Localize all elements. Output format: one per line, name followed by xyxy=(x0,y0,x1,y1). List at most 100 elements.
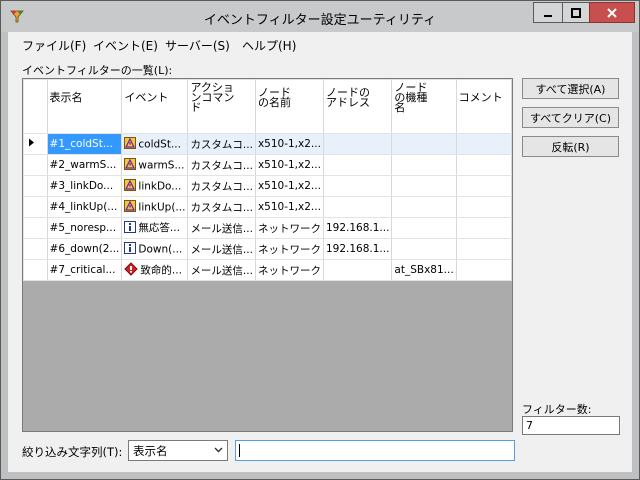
cell-node-model xyxy=(391,133,457,155)
cell-event: 致命的... xyxy=(121,259,189,281)
cell-action: メール送信... xyxy=(187,238,256,260)
cell-event: Down(... xyxy=(121,238,189,260)
filter-column-value: 表示名 xyxy=(133,444,168,458)
text-caret xyxy=(239,444,240,457)
menu-help[interactable]: ヘルプ(H) xyxy=(242,37,296,54)
table-row[interactable]: #5_noresp... 無応答... メール送信... ネットワーク 192.168.… xyxy=(23,217,512,239)
cell-display-name: #7_critical... xyxy=(46,259,123,281)
cell-comment xyxy=(455,154,512,176)
cell-event-text: linkUp(... xyxy=(138,201,186,213)
cell-event-text: 致命的... xyxy=(140,264,182,276)
row-header[interactable] xyxy=(23,238,48,260)
current-row-icon xyxy=(29,138,34,147)
table-row[interactable]: #7_critical... 致命的... メール送信... ネットワーク at_SBx… xyxy=(23,259,512,281)
warning-icon xyxy=(124,157,137,173)
cell-event: warmS... xyxy=(121,154,189,176)
clear-all-button[interactable]: すべてクリア(C) xyxy=(522,107,619,128)
filter-grid[interactable]: 表示名 イベント アクショ ンコマンド ノード の名前 ノードの アドレス ノード の機… xyxy=(22,78,513,432)
cell-event: linkDo... xyxy=(121,175,189,197)
cell-action: メール送信... xyxy=(187,259,256,281)
cell-node-address: 192.168.1... xyxy=(322,238,393,260)
table-row[interactable]: #4_linkUp(... linkUp(... カスタムコ... x510-1,x2… xyxy=(23,196,512,218)
row-header[interactable] xyxy=(23,175,48,197)
cell-node-address xyxy=(322,259,393,281)
cell-comment xyxy=(455,175,512,197)
table-row[interactable]: #2_warmS... warmS... カスタムコ... x510-1,x2... xyxy=(23,154,512,176)
cell-node-model xyxy=(391,175,457,197)
cell-node-address xyxy=(322,175,393,197)
cell-node-address xyxy=(322,133,393,155)
warning-icon xyxy=(124,199,137,215)
cell-action: カスタムコ... xyxy=(187,196,256,218)
table-row[interactable]: #1_coldSt... coldSt... カスタムコ... x510-1,x2..… xyxy=(23,133,512,155)
cell-node-name: x510-1,x2... xyxy=(254,154,324,176)
column-header[interactable]: コメント xyxy=(455,79,512,134)
row-header[interactable] xyxy=(23,154,48,176)
filter-text-input[interactable] xyxy=(235,440,515,461)
filter-text-label: 絞り込み文字列(T): xyxy=(22,445,123,459)
cell-node-name: ネットワーク xyxy=(254,259,324,281)
menu-file[interactable]: ファイル(F) xyxy=(22,37,86,54)
cell-comment xyxy=(455,238,512,260)
cell-display-name: #4_linkUp(... xyxy=(46,196,123,218)
cell-node-address xyxy=(322,196,393,218)
cell-display-name: #2_warmS... xyxy=(46,154,123,176)
info-icon xyxy=(124,241,137,257)
cell-comment xyxy=(455,217,512,239)
cell-event: 無応答... xyxy=(121,217,189,239)
cell-event-text: coldSt... xyxy=(138,138,181,150)
menu-server[interactable]: サーバー(S) xyxy=(165,37,230,54)
close-button[interactable] xyxy=(589,2,635,23)
title-bar: イベントフィルター設定ユーティリティ xyxy=(1,1,639,32)
row-header-corner xyxy=(23,79,48,134)
warning-icon xyxy=(124,178,137,194)
filter-count-label: フィルター数: xyxy=(522,403,592,416)
row-header[interactable] xyxy=(23,196,48,218)
column-header[interactable]: イベント xyxy=(121,79,189,134)
menu-event[interactable]: イベント(E) xyxy=(93,37,158,54)
cell-display-name: #3_linkDo... xyxy=(46,175,123,197)
cell-node-model: at_SBx81... xyxy=(391,259,457,281)
chevron-down-icon xyxy=(214,447,223,453)
warning-icon xyxy=(124,136,137,152)
cell-node-name: x510-1,x2... xyxy=(254,133,324,155)
column-header[interactable]: 表示名 xyxy=(46,79,123,134)
table-row[interactable]: #3_linkDo... linkDo... カスタムコ... x510-1,x2..… xyxy=(23,175,512,197)
row-header[interactable] xyxy=(23,217,48,239)
cell-display-name: #6_down(2... xyxy=(46,238,123,260)
invert-button[interactable]: 反転(R) xyxy=(522,136,619,157)
column-header[interactable]: ノード の名前 xyxy=(254,79,324,134)
table-row[interactable]: #6_down(2... Down(... メール送信... ネットワーク 192.16… xyxy=(23,238,512,260)
column-header[interactable]: ノードの アドレス xyxy=(322,79,393,134)
maximize-button[interactable] xyxy=(562,2,590,23)
cell-event: coldSt... xyxy=(121,133,189,155)
cell-node-model xyxy=(391,154,457,176)
cell-event-text: warmS... xyxy=(138,159,185,171)
column-header[interactable]: ノード の機種名 xyxy=(391,79,457,134)
filter-list-label: イベントフィルターの一覧(L): xyxy=(22,64,173,77)
cell-action: カスタムコ... xyxy=(187,175,256,197)
row-header[interactable] xyxy=(23,133,48,155)
filter-count-field: 7 xyxy=(522,416,620,435)
maximize-icon xyxy=(571,7,581,18)
cell-action: カスタムコ... xyxy=(187,154,256,176)
cell-action: カスタムコ... xyxy=(187,133,256,155)
cell-node-name: ネットワーク xyxy=(254,238,324,260)
close-icon xyxy=(607,7,617,18)
cell-node-name: ネットワーク xyxy=(254,217,324,239)
cell-node-model xyxy=(391,238,457,260)
cell-event-text: 無応答... xyxy=(138,222,180,235)
cell-event-text: Down(... xyxy=(138,243,183,255)
cell-node-address: 192.168.1... xyxy=(322,217,393,239)
cell-event: linkUp(... xyxy=(121,196,189,218)
cell-action: メール送信... xyxy=(187,217,256,239)
row-header[interactable] xyxy=(23,259,48,281)
menu-bar: ファイル(F) イベント(E) サーバー(S) ヘルプ(H) xyxy=(8,32,632,56)
header-row: 表示名 イベント アクショ ンコマンド ノード の名前 ノードの アドレス ノード の機… xyxy=(23,79,512,134)
column-header[interactable]: アクショ ンコマンド xyxy=(187,79,256,134)
select-all-button[interactable]: すべて選択(A) xyxy=(522,78,619,99)
minimize-button[interactable] xyxy=(533,2,563,23)
filter-column-select[interactable]: 表示名 xyxy=(128,440,228,461)
cell-comment xyxy=(455,259,512,281)
cell-comment xyxy=(455,196,512,218)
